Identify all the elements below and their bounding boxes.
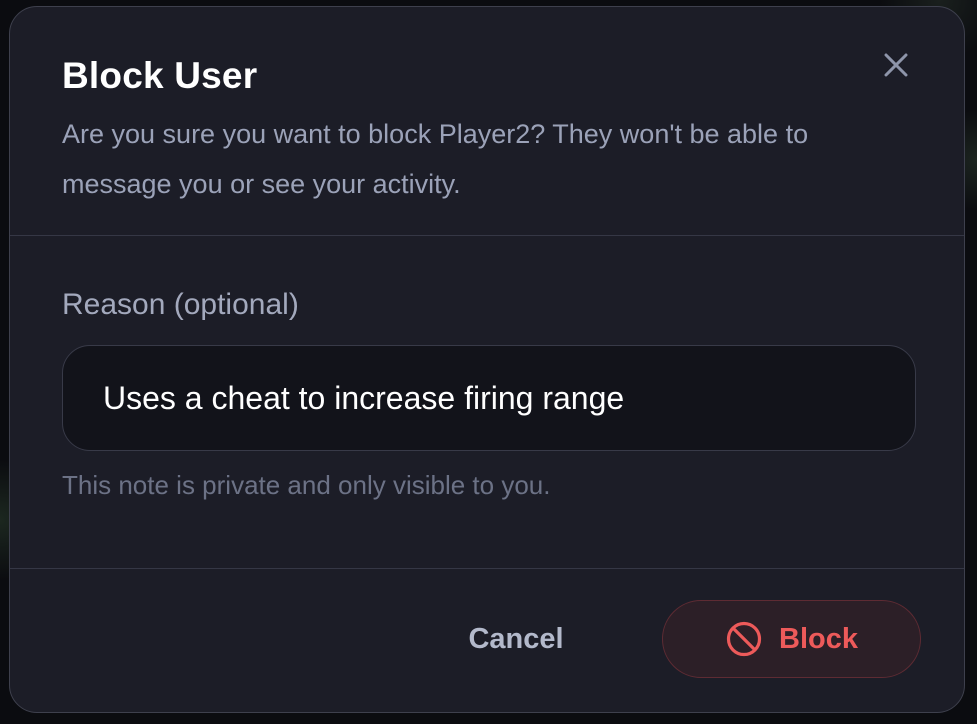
block-user-dialog: Block User Are you sure you want to bloc… xyxy=(9,6,965,713)
reason-input[interactable] xyxy=(62,345,916,451)
dialog-title: Block User xyxy=(62,55,258,96)
block-button-label: Block xyxy=(779,622,858,655)
block-icon xyxy=(725,620,763,658)
dialog-footer: Cancel Block xyxy=(10,569,964,712)
close-icon xyxy=(884,53,908,77)
close-button[interactable] xyxy=(878,47,914,83)
dialog-header: Block User Are you sure you want to bloc… xyxy=(10,7,964,236)
dialog-body: Reason (optional) This note is private a… xyxy=(10,236,964,569)
reason-label: Reason (optional) xyxy=(62,288,299,321)
block-button[interactable]: Block xyxy=(662,600,921,678)
cancel-button[interactable]: Cancel xyxy=(442,599,590,679)
reason-helper-text: This note is private and only visible to… xyxy=(62,470,551,500)
dialog-description: Are you sure you want to block Player2? … xyxy=(62,119,809,199)
